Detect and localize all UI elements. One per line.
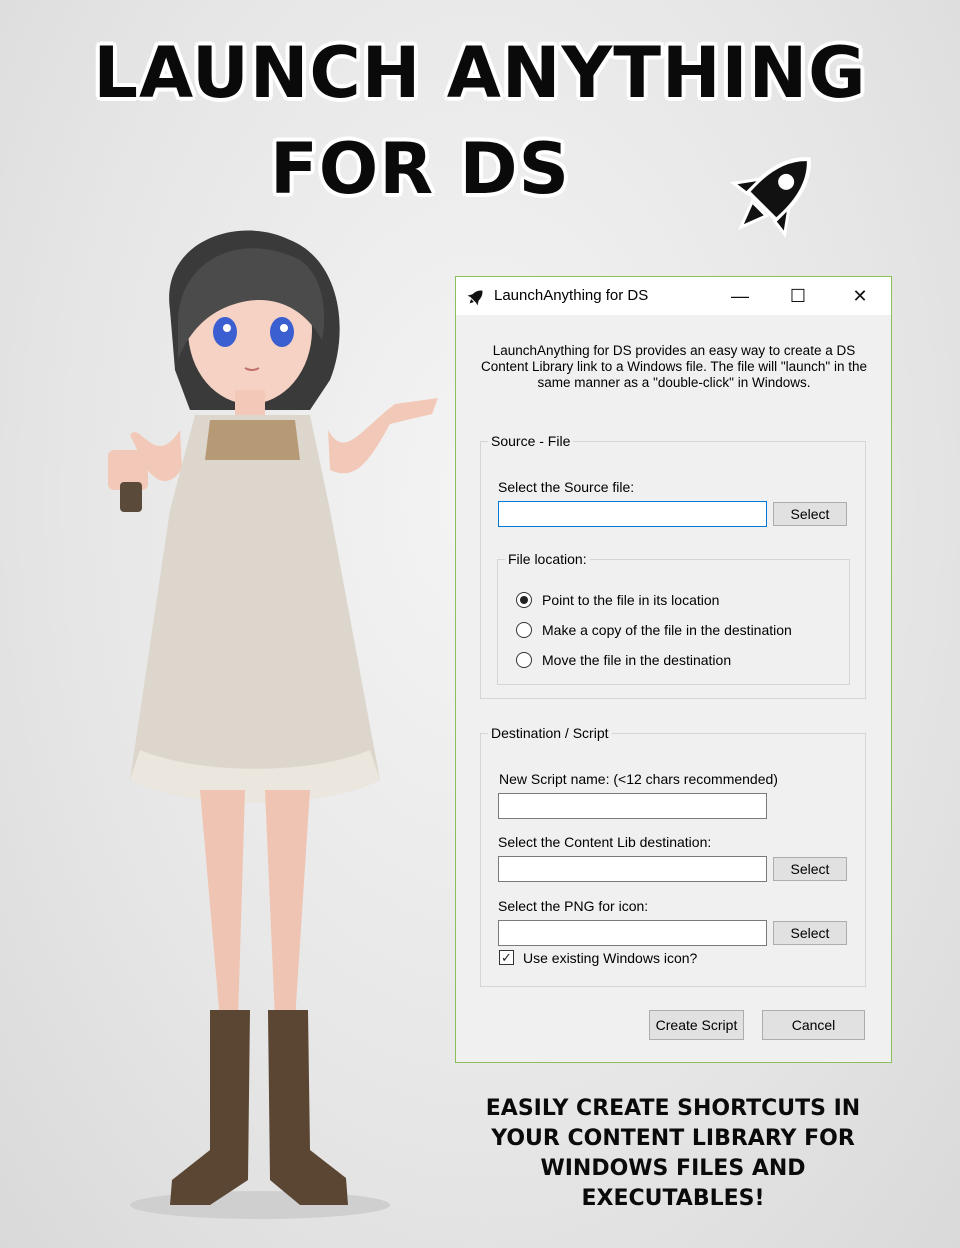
- source-file-group: Source - File Select the Source file: Se…: [480, 433, 866, 699]
- png-icon-input[interactable]: [498, 920, 767, 946]
- create-script-button[interactable]: Create Script: [649, 1010, 744, 1040]
- script-name-input[interactable]: [498, 793, 767, 819]
- rocket-icon: [467, 290, 483, 306]
- radio-label: Move the file in the destination: [542, 652, 732, 668]
- window-title: LaunchAnything for DS: [494, 287, 649, 304]
- source-select-button[interactable]: Select: [773, 502, 847, 526]
- radio-selected-indicator[interactable]: [516, 592, 532, 608]
- description-text: LaunchAnything for DS provides an easy w…: [480, 343, 867, 390]
- tagline: EASILY CREATE SHORTCUTS IN YOUR CONTENT …: [440, 1094, 906, 1214]
- radio-label: Make a copy of the file in the destinati…: [542, 622, 792, 638]
- rocket-icon: [730, 157, 811, 238]
- close-button[interactable]: ✕: [838, 279, 882, 313]
- radio-indicator[interactable]: [516, 622, 532, 638]
- destination-script-group: Destination / Script New Script name: (<…: [480, 725, 866, 987]
- source-file-label: Select the Source file:: [498, 479, 635, 495]
- checkbox-checked-icon[interactable]: ✓: [499, 950, 514, 965]
- checkbox-label: Use existing Windows icon?: [523, 950, 698, 966]
- content-lib-label: Select the Content Lib destination:: [498, 834, 712, 850]
- source-group-legend: Source - File: [491, 433, 571, 449]
- tagline-line-3: WINDOWS FILES AND: [540, 1156, 806, 1181]
- script-name-label: New Script name: (<12 chars recommended): [499, 771, 778, 787]
- source-file-input[interactable]: [498, 501, 767, 527]
- tagline-line-1: EASILY CREATE SHORTCUTS IN: [485, 1096, 861, 1121]
- png-icon-label: Select the PNG for icon:: [498, 898, 649, 914]
- content-lib-select-button[interactable]: Select: [773, 857, 847, 881]
- content-lib-input[interactable]: [498, 856, 767, 882]
- radio-label: Point to the file in its location: [542, 592, 720, 608]
- maximize-button[interactable]: ☐: [776, 279, 820, 313]
- cancel-button[interactable]: Cancel: [762, 1010, 865, 1040]
- character-illustration: [108, 230, 438, 1219]
- launchanything-dialog: LaunchAnything for DS — ☐ ✕ LaunchAnythi…: [455, 276, 892, 1063]
- radio-indicator[interactable]: [516, 652, 532, 668]
- dest-group-legend: Destination / Script: [491, 725, 609, 741]
- tagline-line-2: YOUR CONTENT LIBRARY FOR: [491, 1126, 855, 1151]
- file-location-group: File location: Point to the file in its …: [497, 551, 850, 685]
- title-bar[interactable]: LaunchAnything for DS — ☐ ✕: [456, 277, 891, 315]
- png-select-button[interactable]: Select: [773, 921, 847, 945]
- minimize-button[interactable]: —: [718, 279, 762, 313]
- headline-line-1: LAUNCH ANYTHING: [93, 32, 867, 114]
- tagline-line-4: EXECUTABLES!: [581, 1186, 765, 1211]
- location-group-legend: File location:: [508, 551, 587, 567]
